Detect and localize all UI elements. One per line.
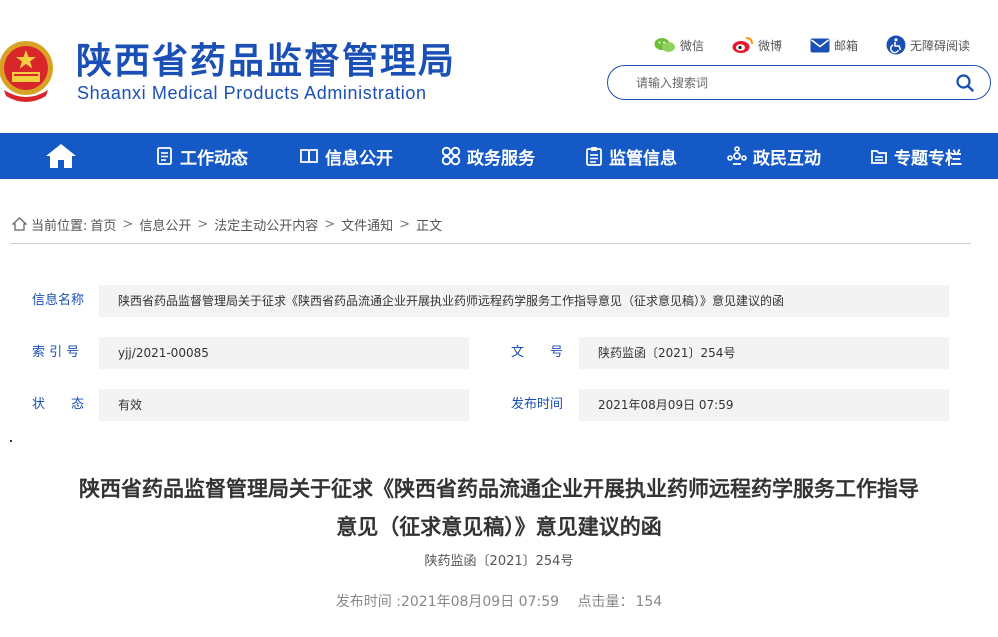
info-name-value: 陕西省药品监督管理局关于征求《陕西省药品流通企业开展执业药师远程药学服务工作指导… [99, 285, 949, 317]
nav-item-special-topics[interactable]: 专题专栏 [870, 133, 962, 179]
grid-circles-icon [441, 146, 461, 166]
mail-link[interactable]: 邮箱 [810, 37, 858, 54]
accessibility-label: 无障碍阅读 [909, 38, 970, 53]
breadcrumb-home[interactable]: 首页 [90, 215, 116, 234]
breadcrumb-divider [10, 243, 971, 244]
nav-label: 专题专栏 [894, 148, 962, 169]
mail-icon [810, 38, 830, 52]
info-index-value: yjj/2021-00085 [99, 337, 469, 369]
article-title-line1: 陕西省药品监督管理局关于征求《陕西省药品流通企业开展执业药师远程药学服务工作指导 [79, 477, 919, 501]
info-name-label: 信息名称 [32, 293, 85, 308]
breadcrumb-info-disclosure[interactable]: 信息公开 [139, 215, 191, 234]
mail-label: 邮箱 [833, 38, 858, 53]
info-status-value: 有效 [99, 389, 469, 421]
site-title-en: Shaanxi Medical Products Administration [77, 83, 427, 103]
breadcrumb: 当前位置: 首页 > 信息公开 > 法定主动公开内容 > 文件通知 > 正文 [12, 213, 442, 235]
weibo-icon [732, 37, 753, 53]
info-docno-value: 陕药监函〔2021〕254号 [579, 337, 949, 369]
clipboard-icon [586, 147, 602, 166]
wechat-link[interactable]: 微信 [654, 37, 704, 54]
accessibility-icon [886, 35, 906, 55]
nav-label: 政务服务 [467, 148, 535, 169]
breadcrumb-prefix: 当前位置: [31, 218, 88, 234]
main-nav: 工作动态 信息公开 政务服务 监管信息 政民互动 专题专栏 [0, 133, 998, 179]
weibo-link[interactable]: 微博 [732, 36, 782, 54]
weibo-label: 微博 [757, 38, 782, 53]
breadcrumb-separator: > [324, 216, 336, 232]
nav-label: 工作动态 [180, 148, 248, 169]
info-status-label: 状 态 [32, 397, 85, 412]
nav-label: 信息公开 [325, 148, 393, 169]
wechat-label: 微信 [679, 38, 704, 53]
breadcrumb-current: 正文 [416, 218, 443, 234]
folder-icon [871, 150, 887, 164]
info-index-label: 索 引 号 [32, 345, 80, 360]
article-doc-number: 陕药监函〔2021〕254号 [424, 554, 574, 569]
click-count: 154 [635, 594, 663, 610]
nav-item-supervision-info[interactable]: 监管信息 [585, 133, 677, 179]
home-outline-icon [12, 217, 27, 231]
nav-label: 政民互动 [753, 148, 821, 169]
wechat-icon [654, 38, 675, 52]
info-date-value: 2021年08月09日 07:59 [579, 389, 949, 421]
nav-item-work-news[interactable]: 工作动态 [156, 133, 248, 179]
article-title-line2: 意见（征求意见稿）》意见建议的函 [336, 515, 662, 539]
publish-time: 2021年08月09日 07:59 [400, 594, 560, 610]
breadcrumb-separator: > [197, 216, 209, 232]
site-header: 陕西省药品监督管理局 Shaanxi Medical Products Admi… [0, 0, 998, 133]
document-list-icon [157, 147, 172, 165]
open-book-icon [300, 149, 318, 164]
top-links: 微信 微博 邮箱 无障碍阅读 [626, 33, 970, 57]
interaction-icon [727, 146, 747, 165]
search-box [607, 65, 991, 100]
breadcrumb-notices[interactable]: 文件通知 [341, 215, 393, 234]
info-date-label: 发布时间 [511, 397, 564, 412]
stray-dot [10, 440, 12, 442]
nav-item-info-disclosure[interactable]: 信息公开 [299, 133, 393, 179]
search-icon[interactable] [956, 74, 974, 92]
home-icon[interactable] [44, 142, 78, 170]
nav-label: 监管信息 [609, 148, 677, 169]
site-title-cn: 陕西省药品监督管理局 [76, 41, 457, 82]
nav-item-public-interaction[interactable]: 政民互动 [727, 133, 821, 179]
click-count-label: 点击量： [577, 594, 634, 610]
breadcrumb-separator: > [399, 216, 411, 232]
national-emblem-icon [0, 41, 53, 102]
info-docno-label: 文 号 [511, 345, 564, 360]
breadcrumb-statutory-content[interactable]: 法定主动公开内容 [214, 215, 318, 234]
nav-item-gov-services[interactable]: 政务服务 [441, 133, 535, 179]
article-title: 陕西省药品监督管理局关于征求《陕西省药品流通企业开展执业药师远程药学服务工作指导… [40, 470, 958, 546]
publish-time-label: 发布时间 : [335, 594, 401, 610]
breadcrumb-separator: > [122, 216, 134, 232]
article-meta: 发布时间 : 2021年08月09日 07:59 点击量： 154 [0, 592, 998, 612]
search-input[interactable] [636, 74, 936, 92]
accessibility-link[interactable]: 无障碍阅读 [886, 35, 970, 55]
